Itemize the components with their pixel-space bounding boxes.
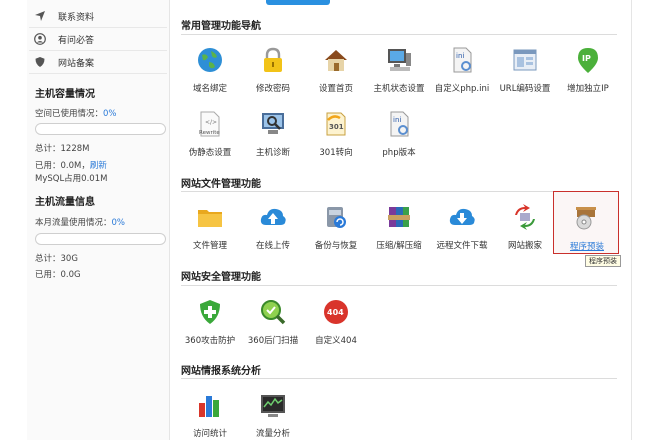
mysql-usage: MySQL占用0.01M [35,174,108,184]
tool-set-homepage[interactable]: 设置首页 [305,46,367,106]
install-disc-icon [576,207,596,230]
backup-icon [327,207,346,228]
rewrite-icon: </> Rewrite [199,111,220,137]
bar-chart-icon [199,396,219,417]
refresh-link[interactable]: 刷新 [90,161,107,171]
tool-domain-binding[interactable]: 域名绑定 [179,46,241,106]
traffic-progress-bar [35,233,166,245]
sidebar-item-label: 联系资料 [58,12,95,23]
tool-remote-download[interactable]: 远程文件下载 [431,203,493,263]
ip-pin-icon: IP [578,48,598,73]
traffic-total: 总计：30G [35,254,78,264]
capacity-used-line: 空间已使用情况：0% [35,109,117,119]
traffic-monitor-icon [261,395,285,417]
tool-301-redirect[interactable]: 301 301转向 [305,110,367,170]
tool-360-attack-protection[interactable]: 360攻击防护 [179,298,241,358]
svg-text:IP: IP [582,54,591,63]
tool-traffic-analysis[interactable]: 流量分析 [242,391,304,440]
section-title-files: 网站文件管理功能 [181,179,261,190]
sidebar: 联系资料 有问必答 网站备案 主机容量情况 空间已使用情况：0% 总计：1228… [27,0,170,440]
section-rule [181,191,617,192]
php-file-icon: ini [390,111,409,137]
tool-change-password[interactable]: 修改密码 [242,46,304,106]
tool-compress[interactable]: 压缩/解压缩 [368,203,430,263]
cloud-upload-icon [260,208,286,225]
divider [29,27,167,28]
sidebar-item-faq[interactable]: 有问必答 [34,30,94,48]
capacity-title: 主机容量情况 [35,89,95,100]
shield-icon [35,57,45,67]
redirect-301-icon: 301 [326,112,346,136]
svg-text:ini: ini [456,52,464,60]
tool-add-ip[interactable]: IP 增加独立IP [557,46,619,106]
magnifier-monitor-icon [262,113,284,134]
user-icon [34,33,46,45]
window-icon [513,49,537,71]
svg-text:301: 301 [329,123,344,131]
cloud-download-icon [449,208,475,225]
computer-icon [388,49,411,71]
tool-rewrite[interactable]: </> Rewrite 伪静态设置 [179,110,241,170]
tool-host-diagnose[interactable]: 主机诊断 [242,110,304,170]
archive-icon [388,207,410,227]
tool-360-backdoor-scan[interactable]: 360后门扫描 [242,298,304,358]
section-rule [181,378,617,379]
scan-icon [261,300,286,325]
svg-text:</>: </> [205,119,217,126]
folder-icon [198,210,222,227]
globe-icon [198,48,222,72]
sidebar-item-record[interactable]: 网站备案 [34,53,94,71]
move-site-icon [515,204,535,230]
tool-visit-stats[interactable]: 访问统计 [179,391,241,440]
error-404-icon: 404 [324,300,348,324]
capacity-total: 总计：1228M [35,144,90,154]
sidebar-item-contact[interactable]: 联系资料 [34,7,94,25]
tool-program-install[interactable]: 程序预装 [553,191,619,254]
traffic-used: 已用：0.0G [35,270,81,280]
home-icon [325,50,347,71]
tool-url-encoding[interactable]: URL编码设置 [494,46,556,106]
section-title-analytics: 网站情报系统分析 [181,366,261,377]
panel-border [631,0,632,440]
svg-text:ini: ini [393,116,401,124]
sidebar-item-label: 有问必答 [58,35,95,46]
traffic-title: 主机流量信息 [35,197,95,208]
tool-site-move[interactable]: 网站搬家 [494,203,556,263]
tool-host-status[interactable]: 主机状态设置 [368,46,430,106]
capacity-used: 已用：0.0M，刷新 [35,161,107,171]
section-title-security: 网站安全管理功能 [181,272,261,283]
divider [29,73,167,74]
svg-text:404: 404 [327,308,344,317]
tool-custom-phpini[interactable]: ini 自定义php.ini [431,46,493,106]
section-title-common: 常用管理功能导航 [181,21,261,32]
tool-online-upload[interactable]: 在线上传 [242,203,304,263]
traffic-used-line: 本月流量使用情况：0% [35,218,126,228]
tool-backup-restore[interactable]: 备份与恢复 [305,203,367,263]
sidebar-item-label: 网站备案 [58,58,95,69]
lock-icon [264,47,282,72]
capacity-progress-bar [35,123,166,135]
divider [29,50,167,51]
svg-text:Rewrite: Rewrite [199,130,220,136]
tool-file-manager[interactable]: 文件管理 [179,203,241,263]
section-rule [181,285,617,286]
ini-file-icon: ini [453,47,472,73]
top-button[interactable] [266,0,330,5]
tooltip: 程序预装 [585,255,621,267]
send-icon [35,11,45,21]
section-rule [181,34,617,35]
tool-php-version[interactable]: ini php版本 [368,110,430,170]
shield-plus-icon [200,300,220,324]
tool-custom-404[interactable]: 404 自定义404 [305,298,367,358]
